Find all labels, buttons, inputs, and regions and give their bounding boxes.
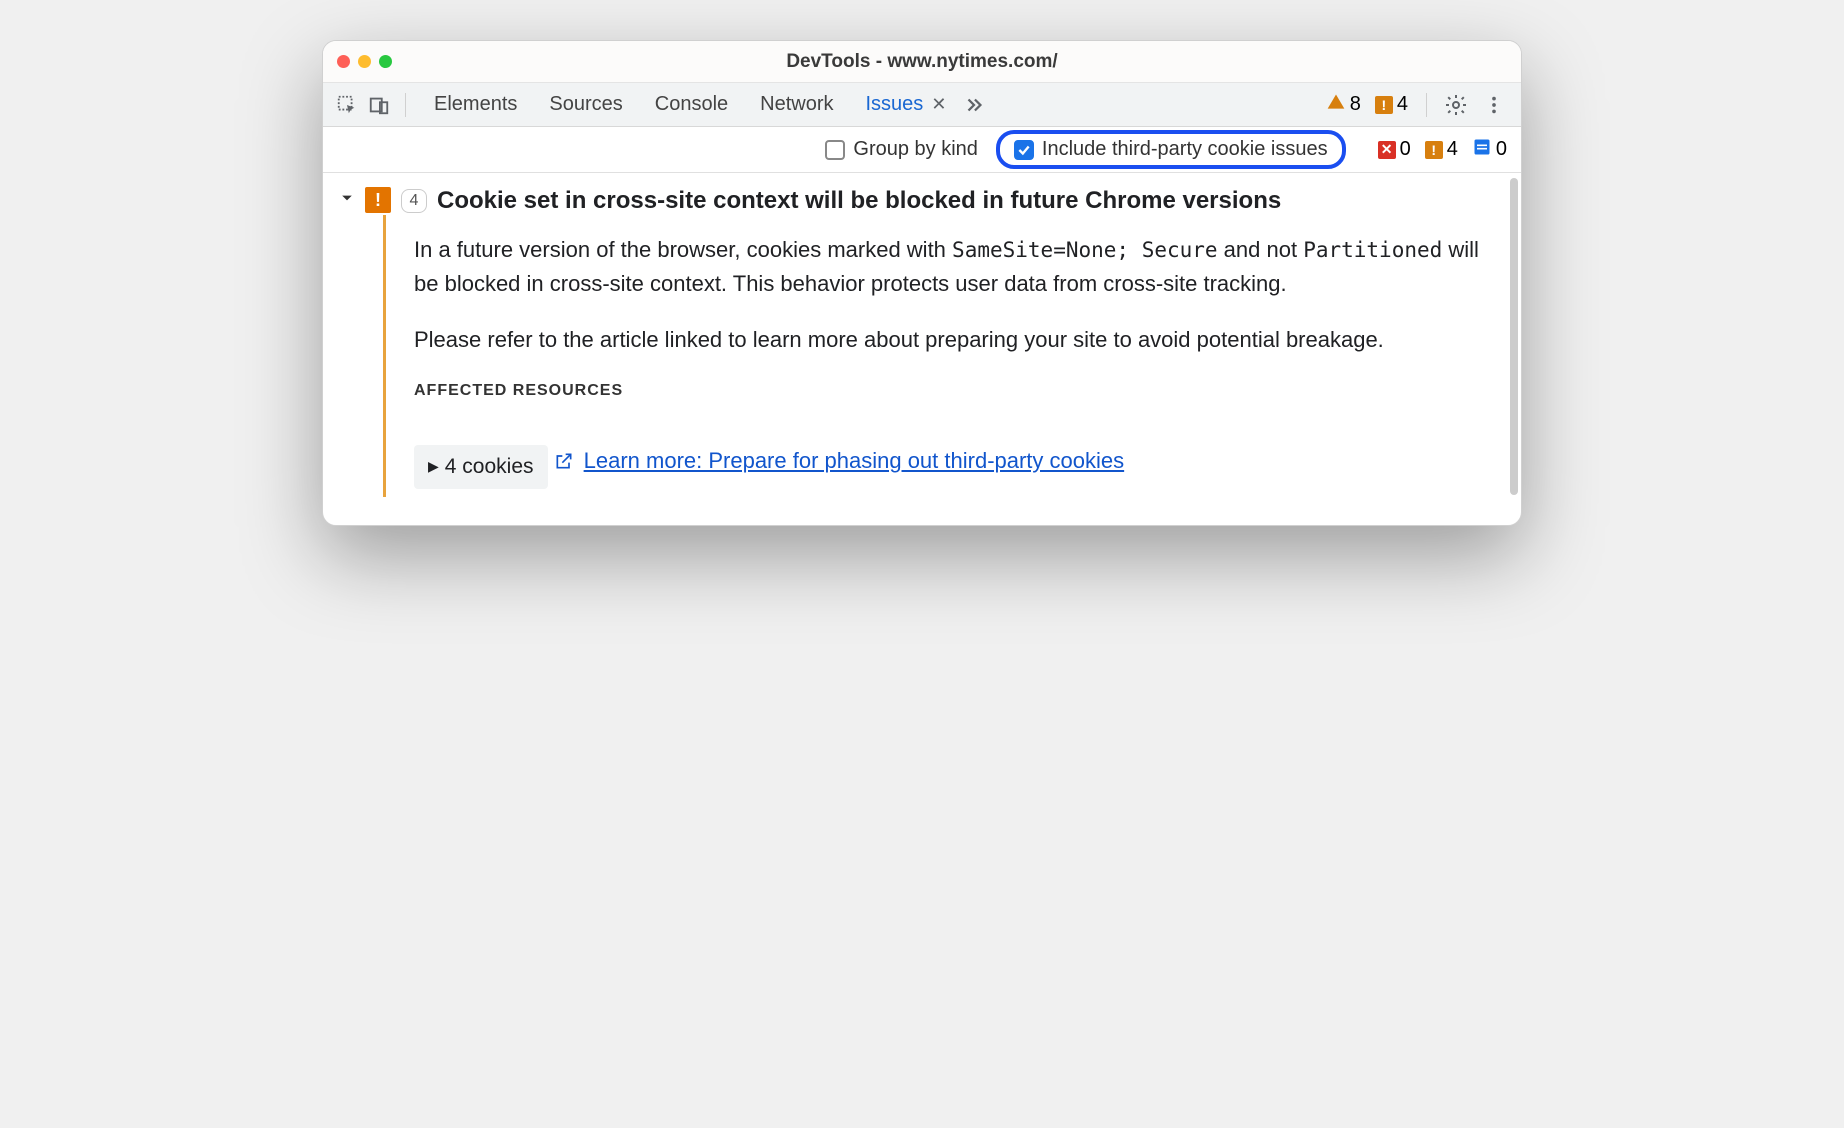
tab-network[interactable]: Network xyxy=(744,83,849,127)
tab-sources-label: Sources xyxy=(549,93,622,116)
window-minimize-button[interactable] xyxy=(358,55,371,68)
issue-description-1: In a future version of the browser, cook… xyxy=(414,233,1483,301)
learn-more-link[interactable]: Learn more: Prepare for phasing out thir… xyxy=(554,444,1125,478)
more-menu-icon[interactable] xyxy=(1477,88,1511,122)
warning-triangle-icon xyxy=(1326,92,1346,118)
warnings-count: 8 xyxy=(1350,93,1361,116)
issue-header-row[interactable]: ! 4 Cookie set in cross-site context wil… xyxy=(341,185,1503,215)
tab-issues-label: Issues xyxy=(866,93,924,116)
window-close-button[interactable] xyxy=(337,55,350,68)
tab-elements[interactable]: Elements xyxy=(418,83,533,127)
code-partitioned: Partitioned xyxy=(1303,238,1442,262)
checkbox-checked-icon[interactable] xyxy=(1014,140,1034,160)
learn-more-label: Learn more: Prepare for phasing out thir… xyxy=(584,444,1125,478)
window-zoom-button[interactable] xyxy=(379,55,392,68)
checkbox-unchecked-icon[interactable] xyxy=(825,140,845,160)
include-third-party-label: Include third-party cookie issues xyxy=(1042,138,1328,161)
issue-counts: ✕ 0 ! 4 0 xyxy=(1378,137,1507,163)
window-title: DevTools - www.nytimes.com/ xyxy=(323,51,1521,73)
affected-item-label: 4 cookies xyxy=(445,451,534,484)
devtools-window: DevTools - www.nytimes.com/ Elements Sou… xyxy=(322,40,1522,526)
include-third-party-filter[interactable]: Include third-party cookie issues xyxy=(996,130,1346,169)
close-icon[interactable]: ✕ xyxy=(931,94,946,115)
settings-gear-icon[interactable] xyxy=(1439,88,1473,122)
p1b: and not xyxy=(1218,237,1304,262)
breaking-count-badge[interactable]: ! 4 xyxy=(1425,138,1458,161)
errors-count-badge[interactable]: ✕ 0 xyxy=(1378,138,1411,161)
devtools-toolbar: Elements Sources Console Network Issues … xyxy=(323,83,1521,127)
more-tabs-icon[interactable] xyxy=(962,94,986,116)
affected-resource-item[interactable]: ▶ 4 cookies xyxy=(414,445,548,490)
panel-tabs: Elements Sources Console Network Issues … xyxy=(418,83,986,127)
chevron-right-icon: ▶ xyxy=(428,456,439,478)
code-samesite: SameSite=None; Secure xyxy=(952,238,1218,262)
error-square-icon: ✕ xyxy=(1378,141,1396,159)
toolbar-divider xyxy=(405,93,406,117)
device-toolbar-icon[interactable] xyxy=(365,91,393,119)
titlebar: DevTools - www.nytimes.com/ xyxy=(323,41,1521,83)
group-by-kind-label: Group by kind xyxy=(853,138,978,161)
errors-count: 0 xyxy=(1400,138,1411,161)
issue-count-pill: 4 xyxy=(401,189,427,213)
tab-elements-label: Elements xyxy=(434,93,517,116)
tab-issues[interactable]: Issues ✕ xyxy=(850,83,963,127)
tab-sources[interactable]: Sources xyxy=(533,83,638,127)
p1a: In a future version of the browser, cook… xyxy=(414,237,952,262)
toolbar-divider xyxy=(1426,93,1427,117)
tab-console-label: Console xyxy=(655,93,728,116)
info-count: 0 xyxy=(1496,138,1507,161)
tab-console[interactable]: Console xyxy=(639,83,744,127)
tab-network-label: Network xyxy=(760,93,833,116)
info-count-badge[interactable]: 0 xyxy=(1472,137,1507,163)
inspect-element-icon[interactable] xyxy=(333,91,361,119)
traffic-lights xyxy=(337,55,392,68)
expand-toggle-icon[interactable] xyxy=(341,191,355,209)
affected-resources-header: Affected Resources xyxy=(414,379,1483,404)
scrollbar[interactable] xyxy=(1510,178,1518,495)
breaking-count-2: 4 xyxy=(1447,138,1458,161)
toolbar-badge-group: 8 ! 4 xyxy=(1326,92,1408,118)
issue-severity-icon: ! xyxy=(365,187,391,213)
breaking-square-icon: ! xyxy=(1375,96,1393,114)
issues-content: ! 4 Cookie set in cross-site context wil… xyxy=(323,173,1521,525)
breaking-square-icon: ! xyxy=(1425,141,1443,159)
issue-description-2: Please refer to the article linked to le… xyxy=(414,323,1483,357)
issues-filter-bar: Group by kind Include third-party cookie… xyxy=(323,127,1521,173)
issue-title: Cookie set in cross-site context will be… xyxy=(437,187,1281,215)
breaking-count: 4 xyxy=(1397,93,1408,116)
info-square-icon xyxy=(1472,137,1492,163)
group-by-kind-filter[interactable]: Group by kind xyxy=(825,138,978,161)
breaking-badge[interactable]: ! 4 xyxy=(1375,93,1408,116)
warnings-badge[interactable]: 8 xyxy=(1326,92,1361,118)
issue-body: In a future version of the browser, cook… xyxy=(383,215,1503,497)
